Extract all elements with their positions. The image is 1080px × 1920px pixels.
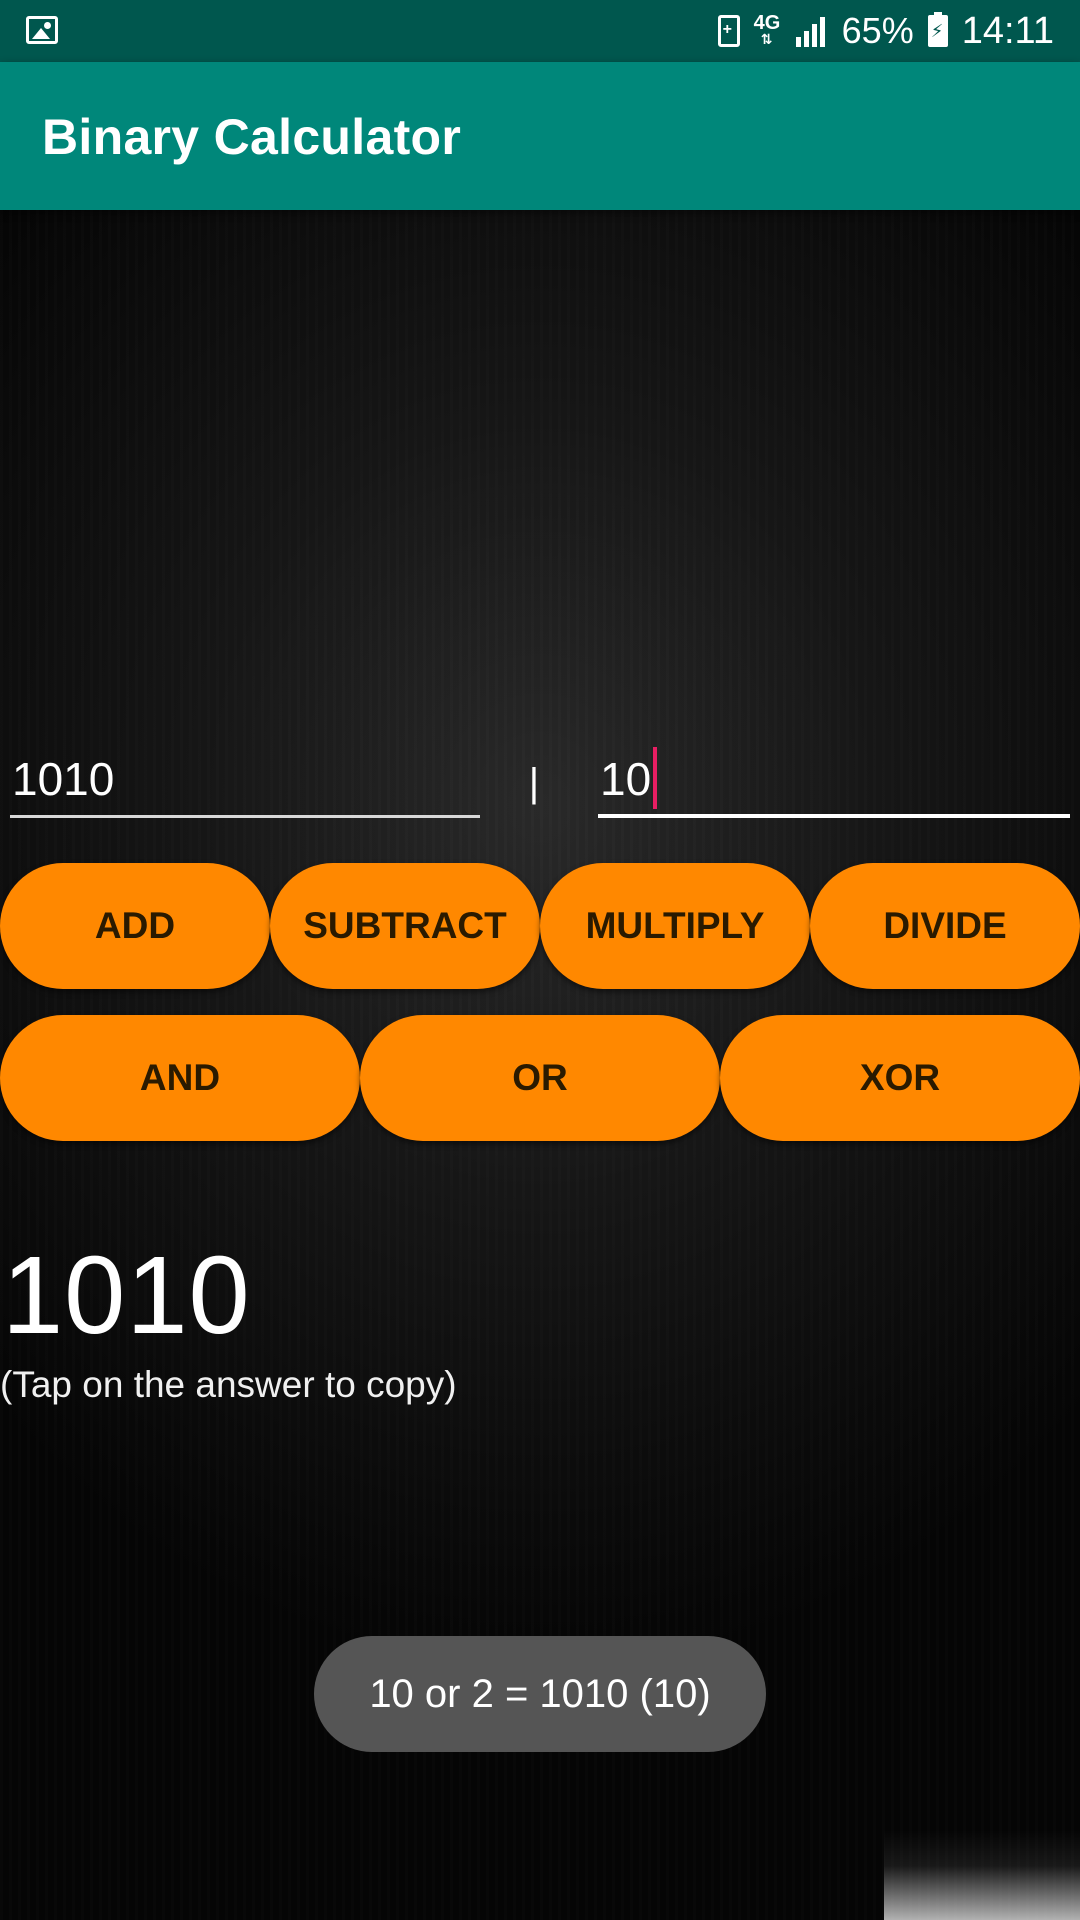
first-number-input[interactable]: 1010 (10, 740, 480, 818)
battery-percent: 65% (841, 10, 914, 51)
result-value[interactable]: 1010 (2, 1236, 251, 1356)
multiply-button[interactable]: MULTIPLY (540, 863, 810, 989)
second-number-value: 10 (600, 753, 652, 805)
and-button[interactable]: AND (0, 1015, 360, 1141)
app-title: Binary Calculator (42, 109, 462, 165)
divide-button[interactable]: DIVIDE (810, 863, 1080, 989)
battery-saver-icon (717, 15, 740, 47)
first-number-value: 1010 (12, 753, 115, 805)
subtract-button[interactable]: SUBTRACT (270, 863, 540, 989)
xor-button[interactable]: XOR (720, 1015, 1080, 1141)
network-4g-icon: 4G ⇅ (753, 12, 781, 47)
watermark (884, 1830, 1080, 1920)
status-bar: 4G⇅ 65% 14:11 (0, 0, 1080, 62)
second-number-input[interactable]: 10 (598, 740, 1070, 818)
toast-message: 10 or 2 = 1010 (10) (314, 1636, 766, 1752)
screen: 4G⇅ 65% 14:11 Binary Calculator 1010 | 1… (0, 0, 1080, 1920)
gallery-icon (26, 16, 58, 44)
signal-icon (794, 15, 828, 47)
operator-symbol: | (528, 761, 540, 805)
status-time: 14:11 (961, 9, 1054, 52)
or-button[interactable]: OR (360, 1015, 720, 1141)
battery-charging-icon (927, 12, 948, 47)
add-button[interactable]: ADD (0, 863, 270, 989)
text-cursor (653, 746, 658, 809)
status-icons: 4G⇅ 65% 14:11 (717, 0, 1054, 62)
copy-hint: (Tap on the answer to copy) (0, 1364, 457, 1405)
app-bar: Binary Calculator (0, 62, 1080, 210)
